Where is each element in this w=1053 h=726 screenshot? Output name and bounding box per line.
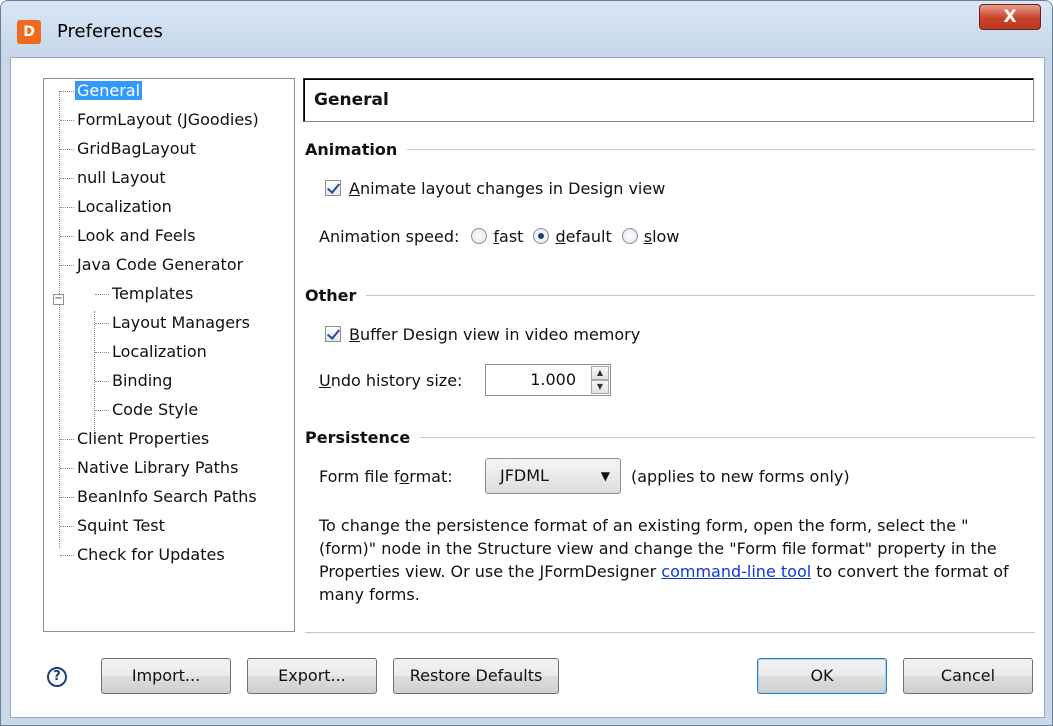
- close-button[interactable]: X: [979, 4, 1041, 30]
- tree-item-label: Templates: [112, 284, 194, 303]
- tree-item-label: GridBagLayout: [77, 139, 196, 158]
- page-title: General: [303, 78, 1034, 122]
- ok-button[interactable]: OK: [757, 658, 887, 694]
- tree-item-label: null Layout: [77, 168, 166, 187]
- tree-item-client-properties[interactable]: Client Properties: [60, 427, 211, 451]
- preferences-tree[interactable]: − General FormLayout (JGoodies) GridBagL…: [43, 78, 295, 632]
- checkbox-checked-icon[interactable]: [325, 326, 341, 342]
- tree-item-check-for-updates[interactable]: Check for Updates: [60, 543, 227, 567]
- tree-item-formlayout[interactable]: FormLayout (JGoodies): [60, 108, 261, 132]
- window-title: Preferences: [57, 21, 163, 42]
- radio-slow-label[interactable]: slow: [644, 227, 680, 246]
- animation-section-header: Animation: [305, 138, 1035, 160]
- tree-item-localization[interactable]: Localization: [60, 195, 174, 219]
- format-note: (applies to new forms only): [631, 466, 850, 486]
- tree-item-beaninfo-search-paths[interactable]: BeanInfo Search Paths: [60, 485, 259, 509]
- tree-item-label: Binding: [112, 371, 173, 390]
- tree-item-label: Squint Test: [77, 516, 165, 535]
- form-file-format-select[interactable]: JFDML ▼: [485, 458, 621, 494]
- collapse-icon[interactable]: −: [53, 294, 64, 305]
- checkbox-checked-icon[interactable]: [325, 180, 341, 196]
- radio-default-label[interactable]: default: [555, 227, 611, 246]
- tree-item-label: FormLayout (JGoodies): [77, 110, 259, 129]
- undo-history-spinner[interactable]: 1.000 ▲ ▼: [485, 364, 611, 396]
- tree-item-java-code-generator[interactable]: Java Code Generator: [60, 253, 245, 277]
- spinner-up-icon[interactable]: ▲: [591, 366, 609, 380]
- tree-item-binding[interactable]: Binding: [95, 369, 174, 393]
- tree-item-templates[interactable]: Templates: [95, 282, 195, 306]
- tree-item-label: Code Style: [112, 400, 199, 419]
- app-logo-icon: D: [17, 20, 41, 44]
- checkbox-label: Buffer Design view in video memory: [349, 324, 641, 344]
- radio-default-icon[interactable]: [533, 228, 550, 244]
- tree-item-label: Check for Updates: [77, 545, 225, 564]
- tree-item-gridbaglayout[interactable]: GridBagLayout: [60, 137, 198, 161]
- radio-slow-icon[interactable]: [621, 228, 638, 244]
- tree-item-native-library-paths[interactable]: Native Library Paths: [60, 456, 240, 480]
- title-bar[interactable]: D Preferences X: [1, 1, 1052, 61]
- radio-fast-icon[interactable]: [471, 228, 488, 244]
- divider: [305, 632, 1035, 633]
- tree-item-label: Client Properties: [77, 429, 210, 448]
- persistence-info-text: To change the persistence format of an e…: [319, 516, 1009, 604]
- tree-item-codegen-localization[interactable]: Localization: [95, 340, 209, 364]
- animate-layout-checkbox[interactable]: Animate layout changes in Design view: [325, 176, 665, 200]
- tree-item-label: Java Code Generator: [77, 255, 244, 274]
- tree-item-label: Localization: [77, 197, 172, 216]
- import-button[interactable]: Import...: [101, 658, 231, 694]
- chevron-down-icon[interactable]: ▼: [601, 459, 610, 493]
- animation-speed-label: Animation speed:: [319, 226, 460, 246]
- preferences-window: D Preferences X − General FormLayout (JG…: [0, 0, 1053, 726]
- tree-item-label: Look and Feels: [77, 226, 196, 245]
- tree-item-label: Native Library Paths: [77, 458, 239, 477]
- section-title: Persistence: [305, 427, 411, 447]
- persistence-section-header: Persistence: [305, 426, 1035, 448]
- tree-item-label: General: [75, 81, 143, 100]
- section-title: Other: [305, 285, 357, 305]
- command-line-tool-link[interactable]: command-line tool: [661, 562, 811, 581]
- checkbox-label: Animate layout changes in Design view: [349, 178, 666, 198]
- undo-history-label: Undo history size:: [319, 370, 463, 390]
- tree-item-general[interactable]: General: [60, 79, 143, 103]
- spinner-down-icon[interactable]: ▼: [591, 380, 609, 394]
- tree-item-label: Localization: [112, 342, 207, 361]
- tree-item-label: BeanInfo Search Paths: [77, 487, 257, 506]
- export-button[interactable]: Export...: [247, 658, 377, 694]
- help-icon[interactable]: ?: [47, 667, 67, 687]
- dialog-body: − General FormLayout (JGoodies) GridBagL…: [10, 57, 1045, 718]
- tree-item-null-layout[interactable]: null Layout: [60, 166, 168, 190]
- radio-fast-label[interactable]: fast: [493, 227, 523, 246]
- form-file-format-label: Form file f o rmat:: [319, 466, 453, 486]
- tree-item-label: Layout Managers: [112, 313, 250, 332]
- undo-history-value[interactable]: 1.000: [530, 365, 576, 395]
- tree-item-look-and-feels[interactable]: Look and Feels: [60, 224, 198, 248]
- tree-item-layout-managers[interactable]: Layout Managers: [95, 311, 252, 335]
- tree-item-squint-test[interactable]: Squint Test: [60, 514, 167, 538]
- other-section-header: Other: [305, 284, 1035, 306]
- restore-defaults-button[interactable]: Restore Defaults: [393, 658, 559, 694]
- section-title: Animation: [305, 139, 398, 159]
- tree-item-code-style[interactable]: Code Style: [95, 398, 200, 422]
- cancel-button[interactable]: Cancel: [903, 658, 1033, 694]
- buffer-design-view-checkbox[interactable]: Buffer Design view in video memory: [325, 322, 640, 346]
- select-value: JFDML: [500, 466, 549, 485]
- animation-speed-row: Animation speed: fast default slow: [319, 224, 679, 248]
